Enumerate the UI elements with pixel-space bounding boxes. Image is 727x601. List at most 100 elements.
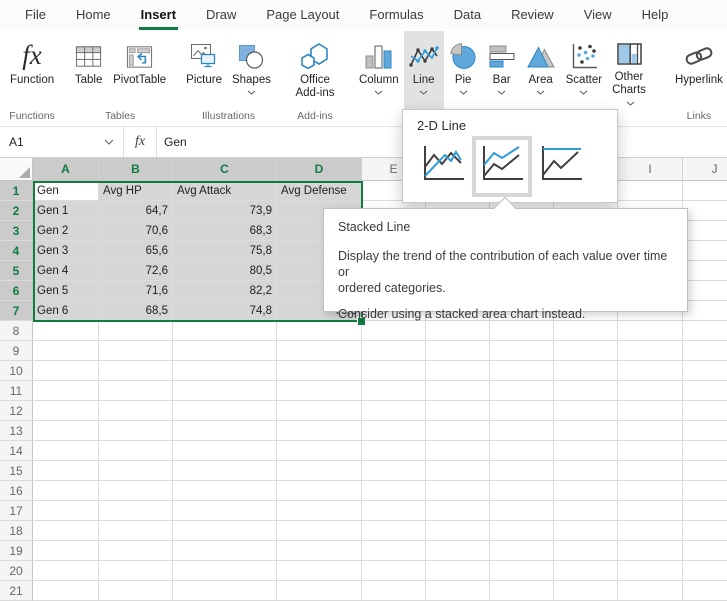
menu-tab-review[interactable]: Review [496,0,569,30]
cell-B17[interactable] [99,501,173,521]
cell-C8[interactable] [173,321,277,341]
cell-C2[interactable]: 73,9 [173,201,277,221]
function-button[interactable]: fx Function [5,31,59,110]
other-charts-button[interactable]: OtherCharts [607,31,651,110]
cell-J11[interactable] [683,381,727,401]
cell-I16[interactable] [618,481,683,501]
option-line[interactable] [417,140,469,193]
cell-E13[interactable] [362,421,426,441]
cell-I8[interactable] [618,321,683,341]
cell-H12[interactable] [554,401,618,421]
cell-G18[interactable] [490,521,554,541]
cell-H9[interactable] [554,341,618,361]
cell-D13[interactable] [277,421,362,441]
cell-J20[interactable] [683,561,727,581]
cell-H14[interactable] [554,441,618,461]
cell-C6[interactable]: 82,2 [173,281,277,301]
cell-C9[interactable] [173,341,277,361]
picture-button[interactable]: Picture [181,31,227,110]
cell-D19[interactable] [277,541,362,561]
menu-tab-page-layout[interactable]: Page Layout [251,0,354,30]
cell-B14[interactable] [99,441,173,461]
cell-A3[interactable]: Gen 2 [33,221,99,241]
cell-C13[interactable] [173,421,277,441]
cell-B15[interactable] [99,461,173,481]
row-header-19[interactable]: 19 [0,541,33,561]
cell-A17[interactable] [33,501,99,521]
cell-C21[interactable] [173,581,277,601]
cell-E21[interactable] [362,581,426,601]
cell-A5[interactable]: Gen 4 [33,261,99,281]
cell-H18[interactable] [554,521,618,541]
cell-B7[interactable]: 68,5 [99,301,173,321]
cell-C17[interactable] [173,501,277,521]
cell-G15[interactable] [490,461,554,481]
cell-A16[interactable] [33,481,99,501]
cell-G13[interactable] [490,421,554,441]
cell-C5[interactable]: 80,5 [173,261,277,281]
cell-H21[interactable] [554,581,618,601]
cell-J4[interactable] [683,241,727,261]
cell-J6[interactable] [683,281,727,301]
cell-B20[interactable] [99,561,173,581]
cell-I19[interactable] [618,541,683,561]
cell-G12[interactable] [490,401,554,421]
cell-F15[interactable] [426,461,490,481]
option-100-stacked-line[interactable] [535,140,587,193]
cell-A21[interactable] [33,581,99,601]
cell-J17[interactable] [683,501,727,521]
cell-I21[interactable] [618,581,683,601]
line-chart-button[interactable]: Line [404,31,444,110]
column-header-B[interactable]: B [99,158,173,181]
cell-B2[interactable]: 64,7 [99,201,173,221]
bar-chart-button[interactable]: Bar [483,31,521,110]
cell-J1[interactable] [683,181,727,201]
menu-tab-file[interactable]: File [10,0,61,30]
column-chart-button[interactable]: Column [354,31,404,110]
cell-B19[interactable] [99,541,173,561]
cell-J13[interactable] [683,421,727,441]
cell-E20[interactable] [362,561,426,581]
hyperlink-button[interactable]: Hyperlink [670,31,727,110]
cell-F12[interactable] [426,401,490,421]
cell-I9[interactable] [618,341,683,361]
cell-H15[interactable] [554,461,618,481]
cell-H13[interactable] [554,421,618,441]
cell-B12[interactable] [99,401,173,421]
cell-C3[interactable]: 68,3 [173,221,277,241]
column-header-J[interactable]: J [683,158,727,181]
cell-J14[interactable] [683,441,727,461]
cell-C11[interactable] [173,381,277,401]
cell-D18[interactable] [277,521,362,541]
row-header-5[interactable]: 5 [0,261,33,281]
row-header-16[interactable]: 16 [0,481,33,501]
menu-tab-home[interactable]: Home [61,0,126,30]
cell-B4[interactable]: 65,6 [99,241,173,261]
cell-G16[interactable] [490,481,554,501]
cell-B18[interactable] [99,521,173,541]
cell-D10[interactable] [277,361,362,381]
menu-tab-formulas[interactable]: Formulas [354,0,438,30]
cell-E10[interactable] [362,361,426,381]
row-header-4[interactable]: 4 [0,241,33,261]
cell-C1[interactable]: Avg Attack [173,181,277,201]
cell-C7[interactable]: 74,8 [173,301,277,321]
cell-D17[interactable] [277,501,362,521]
cell-F20[interactable] [426,561,490,581]
cell-I10[interactable] [618,361,683,381]
cell-D15[interactable] [277,461,362,481]
cell-D21[interactable] [277,581,362,601]
cell-H8[interactable] [554,321,618,341]
pivottable-button[interactable]: PivotTable [108,31,171,110]
cell-F16[interactable] [426,481,490,501]
row-header-17[interactable]: 17 [0,501,33,521]
name-box[interactable]: A1 [0,127,124,157]
cell-J21[interactable] [683,581,727,601]
cell-J16[interactable] [683,481,727,501]
row-header-15[interactable]: 15 [0,461,33,481]
insert-function-button[interactable]: fx [124,127,157,157]
pie-chart-button[interactable]: Pie [444,31,483,110]
row-header-3[interactable]: 3 [0,221,33,241]
column-header-C[interactable]: C [173,158,277,181]
cell-F11[interactable] [426,381,490,401]
